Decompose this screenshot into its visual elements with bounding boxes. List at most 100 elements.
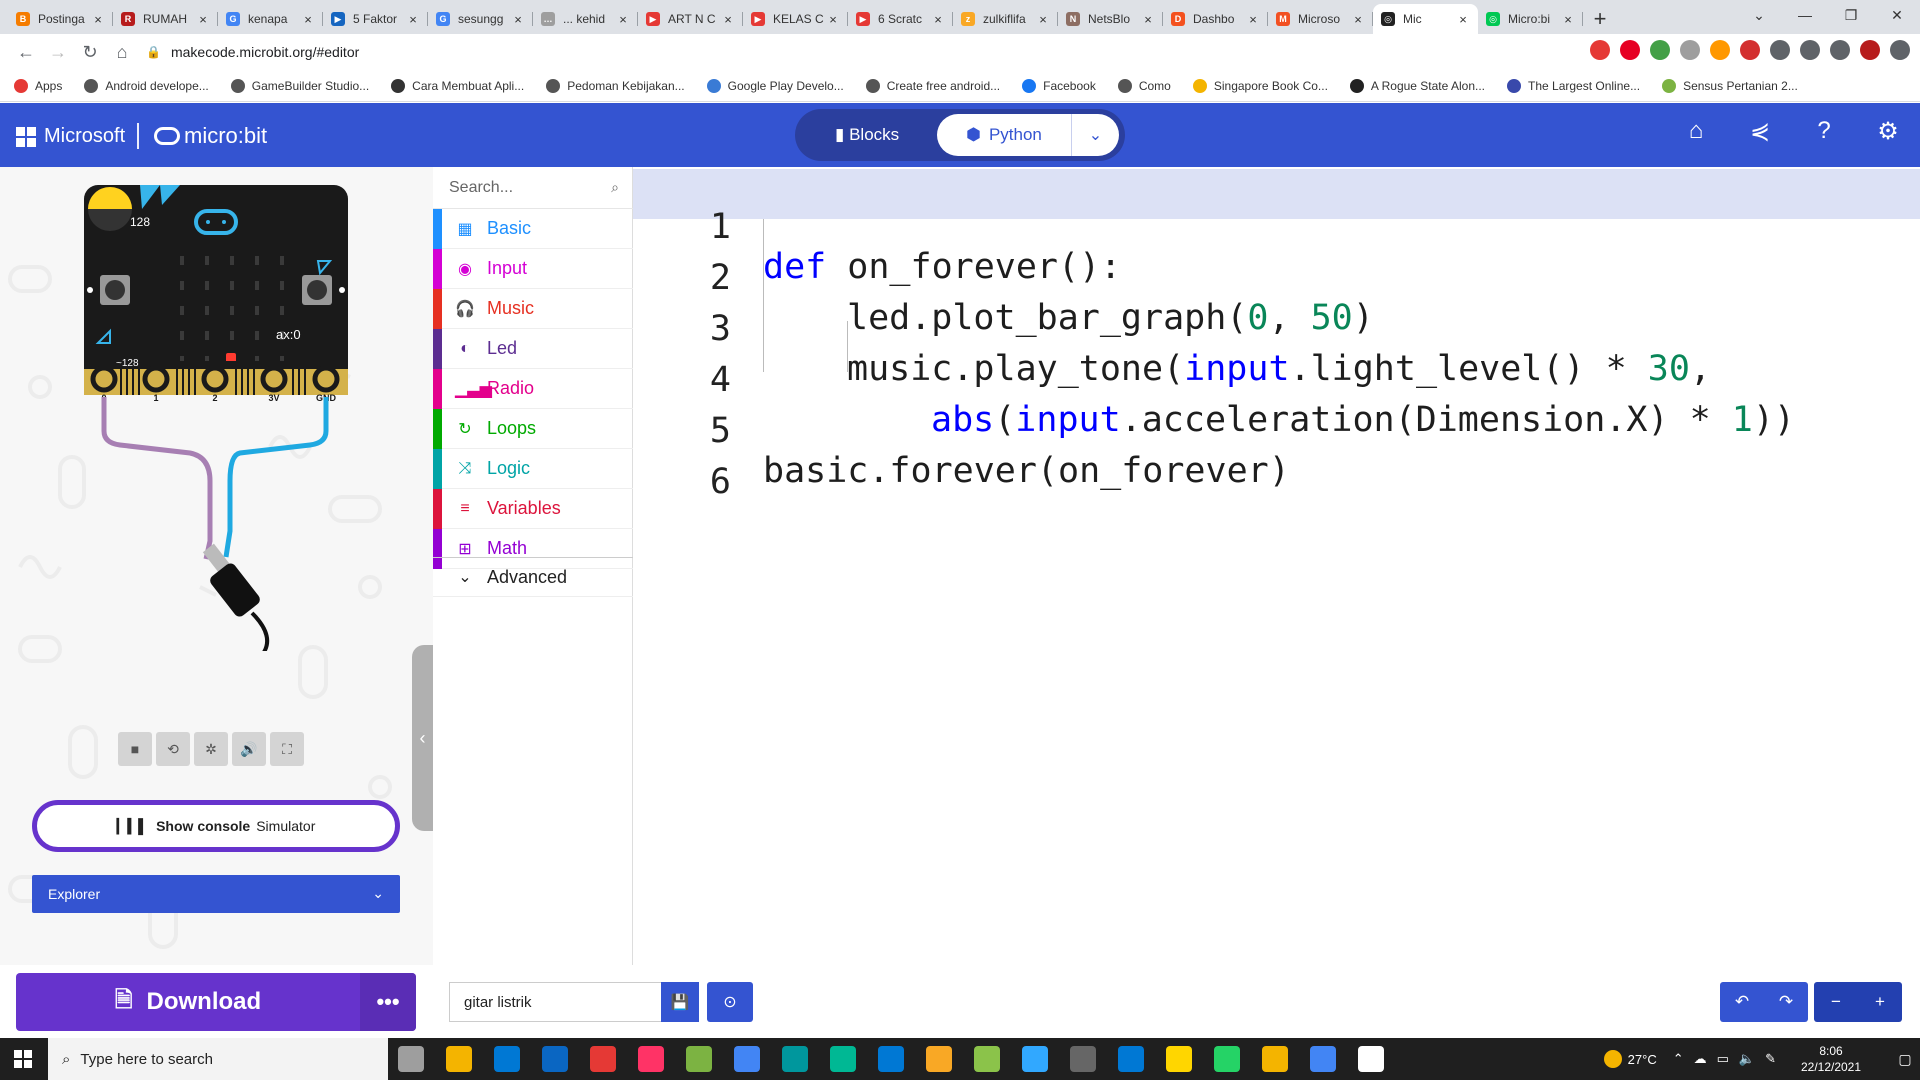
taskbar-app-icon[interactable] [1022, 1046, 1048, 1072]
show-console-button[interactable]: ▎▍▌ Show console Simulator [32, 800, 400, 852]
taskbar-app-icon[interactable] [878, 1046, 904, 1072]
browser-tab[interactable]: Gkenapa × [218, 4, 323, 34]
close-icon[interactable]: × [931, 12, 945, 27]
browser-tab[interactable]: R RUMAH × [113, 4, 218, 34]
pdf-icon[interactable] [1740, 40, 1760, 60]
project-name-input[interactable] [449, 982, 661, 1022]
clock[interactable]: 8:06 22/12/2021 [1786, 1043, 1876, 1075]
taskbar-app-icon[interactable] [734, 1046, 760, 1072]
toolbox-category-led[interactable]: ◐ Led [433, 329, 633, 369]
browser-tab[interactable]: ▶ ART N C × [638, 4, 743, 34]
browser-tab[interactable]: z zulkiflifa × [953, 4, 1058, 34]
taskbar-app-icon[interactable] [974, 1046, 1000, 1072]
notification-icon[interactable]: ▢ [1890, 1051, 1920, 1068]
pen-icon[interactable]: ✎ [1765, 1051, 1776, 1067]
close-icon[interactable]: × [301, 12, 315, 27]
taskbar-app-icon[interactable] [446, 1046, 472, 1072]
taskbar-app-icon[interactable] [1262, 1046, 1288, 1072]
new-tab-icon[interactable]: + [1583, 4, 1617, 34]
python-tab[interactable]: ⬢ Python [937, 114, 1071, 156]
browser-tab[interactable]: M Microso × [1268, 4, 1373, 34]
puzzle-icon[interactable] [1770, 40, 1790, 60]
taskbar-app-icon[interactable] [1310, 1046, 1336, 1072]
browser-tab[interactable]: Gsesungg × [428, 4, 533, 34]
help-icon[interactable]: ? [1792, 117, 1856, 146]
taskbar-app-icon[interactable] [1070, 1046, 1096, 1072]
browser-tab[interactable]: D Dashbo × [1163, 4, 1268, 34]
close-icon[interactable]: × [1561, 12, 1575, 27]
browser-tab[interactable]: ▶ 5 Faktor × [323, 4, 428, 34]
bookmark-item[interactable]: Apps [14, 78, 62, 93]
undo-icon[interactable]: ↶ [1720, 982, 1764, 1022]
collapse-simulator-icon[interactable]: ‹ [412, 645, 433, 831]
taskbar-app-icon[interactable] [1358, 1046, 1384, 1072]
bookmark-item[interactable]: Pedoman Kebijakan... [546, 78, 685, 93]
debug-icon[interactable]: ✲ [194, 732, 228, 766]
code-line[interactable]: 1 def on_forever(): [633, 167, 1920, 287]
toolbox-category-loops[interactable]: ↻ Loops [433, 409, 633, 449]
extension-icon[interactable] [1590, 40, 1610, 60]
browser-tab[interactable]: ▶ KELAS C × [743, 4, 848, 34]
microbit-logo[interactable]: micro:bit [154, 123, 267, 149]
taskbar-app-icon[interactable] [926, 1046, 952, 1072]
code-line[interactable]: 2 led.plot_bar_graph(0, 50) [633, 218, 1920, 338]
close-icon[interactable]: × [406, 12, 420, 27]
browser-tab[interactable]: N NetsBlo × [1058, 4, 1163, 34]
microsoft-logo[interactable]: Microsoft [16, 125, 125, 148]
taskbar-app-icon[interactable] [542, 1046, 568, 1072]
toolbox-category-input[interactable]: ◉ Input [433, 249, 633, 289]
minimize-icon[interactable]: — [1782, 7, 1828, 23]
language-dropdown-icon[interactable]: ⌄ [1071, 114, 1119, 156]
zoom-out-icon[interactable]: − [1814, 982, 1858, 1022]
reload-icon[interactable]: ↻ [74, 42, 106, 63]
bookmark-item[interactable]: Sensus Pertanian 2... [1662, 78, 1798, 93]
taskbar-app-icon[interactable] [1118, 1046, 1144, 1072]
close-icon[interactable]: × [1036, 12, 1050, 27]
blocks-tab[interactable]: ▮ Blocks [835, 125, 899, 145]
toolbox-category-variables[interactable]: ≡ Variables [433, 489, 633, 529]
browser-tab[interactable]: ◎ Micro:bi × [1478, 4, 1583, 34]
close-icon[interactable]: × [721, 12, 735, 27]
taskbar-app-icon[interactable] [1214, 1046, 1240, 1072]
bookmark-item[interactable]: A Rogue State Alon... [1349, 78, 1485, 93]
browser-tab[interactable]: … ... kehid × [533, 4, 638, 34]
close-icon[interactable]: × [91, 12, 105, 27]
code-editor[interactable]: 1 def on_forever(): 2 led.plot_bar_graph… [633, 167, 1920, 965]
toolbox-category-music[interactable]: 🎧 Music [433, 289, 633, 329]
menu-icon[interactable] [1890, 40, 1910, 60]
home-icon[interactable]: ⌂ [106, 42, 138, 63]
taskbar-app-icon[interactable] [494, 1046, 520, 1072]
bookmark-item[interactable]: The Largest Online... [1507, 78, 1640, 93]
bookmark-item[interactable]: Google Play Develo... [706, 78, 844, 93]
code-line[interactable]: 6 [633, 422, 1920, 502]
close-icon[interactable]: × [1351, 12, 1365, 27]
taskbar-search-input[interactable]: ⌕ Type here to search [48, 1038, 388, 1080]
volume-icon[interactable]: 🔈 [1739, 1051, 1755, 1067]
bookmark-item[interactable]: Create free android... [865, 78, 1000, 93]
bookmark-item[interactable]: Android develope... [84, 78, 209, 93]
browser-tab[interactable]: B Postinga × [8, 4, 113, 34]
close-icon[interactable]: × [1141, 12, 1155, 27]
browser-tab[interactable]: ◎ Mic × [1373, 4, 1478, 34]
close-icon[interactable]: × [196, 12, 210, 27]
back-icon[interactable]: ← [10, 42, 42, 63]
weather-widget[interactable]: 27°C [1603, 1050, 1657, 1068]
redo-icon[interactable]: ↷ [1764, 982, 1808, 1022]
extension-icon[interactable] [1680, 40, 1700, 60]
bookmark-item[interactable]: Facebook [1022, 78, 1096, 93]
network-icon[interactable]: ▭ [1717, 1051, 1729, 1067]
close-icon[interactable]: × [1246, 12, 1260, 27]
toolbox-search-input[interactable]: Search... ⌕ [433, 167, 633, 209]
chevron-up-icon[interactable]: ⌃ [1673, 1051, 1684, 1067]
restart-icon[interactable]: ⟲ [156, 732, 190, 766]
taskbar-app-icon[interactable] [590, 1046, 616, 1072]
avatar[interactable] [1860, 40, 1880, 60]
explorer-toggle[interactable]: Explorer ⌄ [32, 875, 400, 913]
taskbar-app-icon[interactable] [782, 1046, 808, 1072]
fullscreen-icon[interactable]: ⛶ [270, 732, 304, 766]
close-icon[interactable]: × [826, 12, 840, 27]
cloud-icon[interactable]: ☁ [1694, 1051, 1707, 1067]
github-icon[interactable]: ⊙ [707, 982, 753, 1022]
reading-list-icon[interactable] [1800, 40, 1820, 60]
code-line[interactable]: 3 music.play_tone(input.light_level() * … [633, 269, 1920, 389]
